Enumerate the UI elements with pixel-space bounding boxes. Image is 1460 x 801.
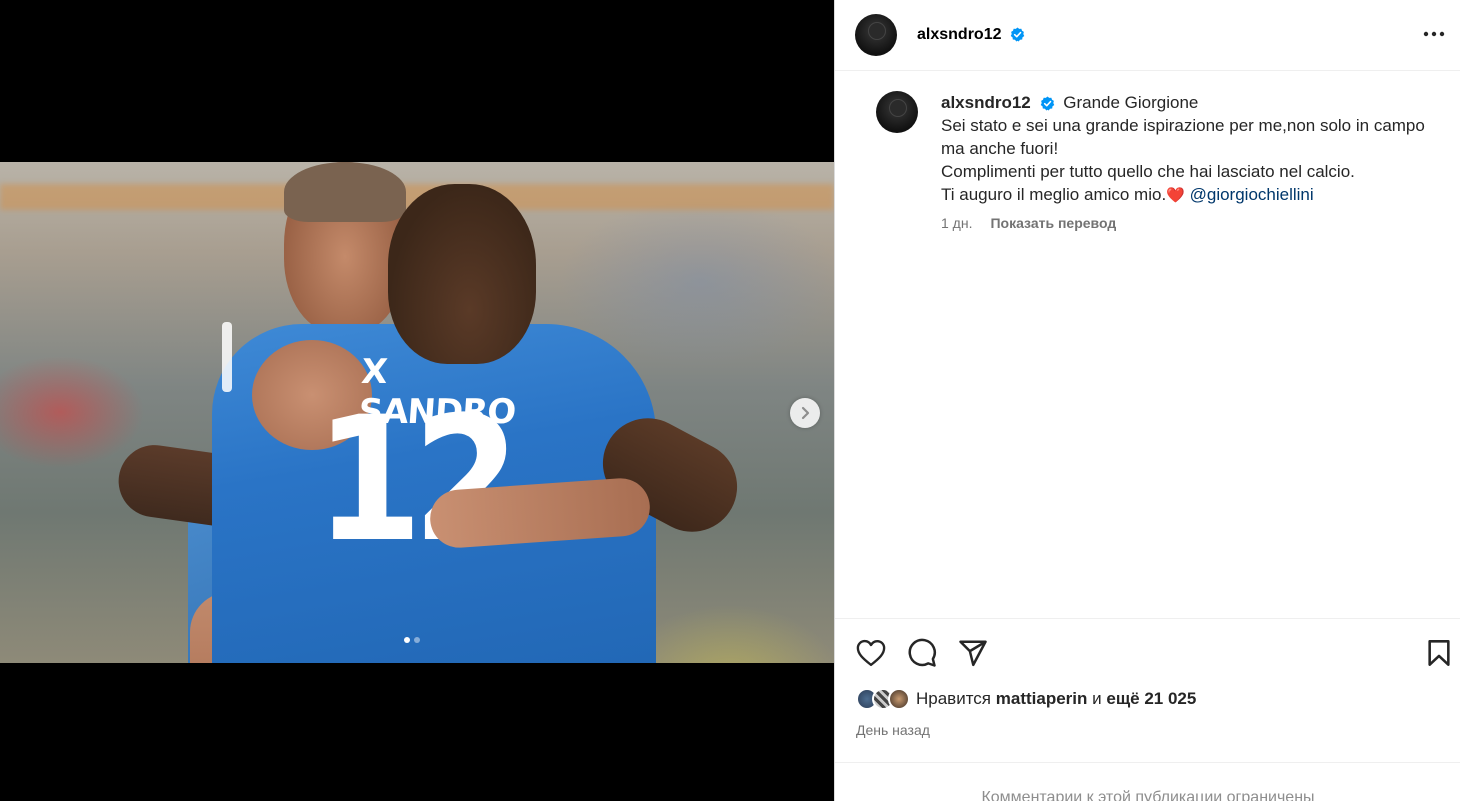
liker-username[interactable]: mattiaperin [996,689,1088,708]
likes-summary: Нравится mattiaperin и ещё 21 025 [856,688,1196,710]
jersey-stripe [222,322,232,392]
verified-badge-icon [1010,27,1025,42]
verified-badge-icon [1040,96,1054,111]
player-right-head [388,184,536,364]
likes-prefix: Нравится [916,689,992,708]
post-caption: alxsndro12 Grande Giorgione Sei stato e … [835,71,1460,231]
caption-line: Grande Giorgione [1063,93,1199,112]
avatar[interactable] [855,14,897,56]
post-date[interactable]: День назад [856,722,930,738]
comment-button[interactable] [906,637,938,669]
post-media: X SANDRO 12 [0,0,834,801]
heart-icon [856,639,886,667]
likes-text[interactable]: Нравится mattiaperin и ещё 21 025 [916,689,1196,709]
caption-meta: 1 дн. Показать перевод [941,215,1440,231]
chevron-right-icon [801,406,810,420]
share-icon [959,640,987,667]
player-left-hair [284,162,406,222]
carousel-dot [414,637,420,643]
post-sidebar: alxsndro12 alxsndro12 Grande Giorgione S… [834,0,1460,801]
likes-count[interactable]: ещё 21 025 [1106,689,1196,708]
translate-button[interactable]: Показать перевод [990,215,1116,231]
like-button[interactable] [855,637,887,669]
likes-conjunction: и [1092,689,1102,708]
caption-line: Complimenti per tutto quello che hai las… [941,162,1355,181]
bookmark-icon [1428,640,1450,666]
more-options-icon [1423,31,1445,37]
action-bar [835,618,1460,688]
caption-time[interactable]: 1 дн. [941,215,972,231]
caption-username[interactable]: alxsndro12 [941,93,1031,112]
caption-line: Ti auguro il meglio amico mio. [941,185,1167,204]
carousel-indicator [404,637,420,643]
header-username[interactable]: alxsndro12 [917,26,1025,44]
comment-icon [908,638,936,667]
caption-avatar[interactable] [876,91,918,133]
carousel-dot-active [404,637,410,643]
share-button[interactable] [957,637,989,669]
carousel-next-button[interactable] [790,398,820,428]
save-button[interactable] [1423,637,1455,669]
caption-line: Sei stato e sei una grande ispirazione p… [941,116,1425,158]
liker-avatar [888,688,910,710]
post-header: alxsndro12 [835,0,1460,71]
mention-link[interactable]: @giorgiochiellini [1190,185,1314,204]
username-text[interactable]: alxsndro12 [917,26,1001,43]
heart-emoji: ❤️ [1166,187,1185,204]
caption-text: alxsndro12 Grande Giorgione Sei stato e … [941,91,1440,207]
comments-disabled-notice: Комментарии к этой публикации ограничены [835,762,1460,801]
post-photo[interactable]: X SANDRO 12 [0,162,834,663]
more-options-button[interactable] [1422,22,1446,46]
